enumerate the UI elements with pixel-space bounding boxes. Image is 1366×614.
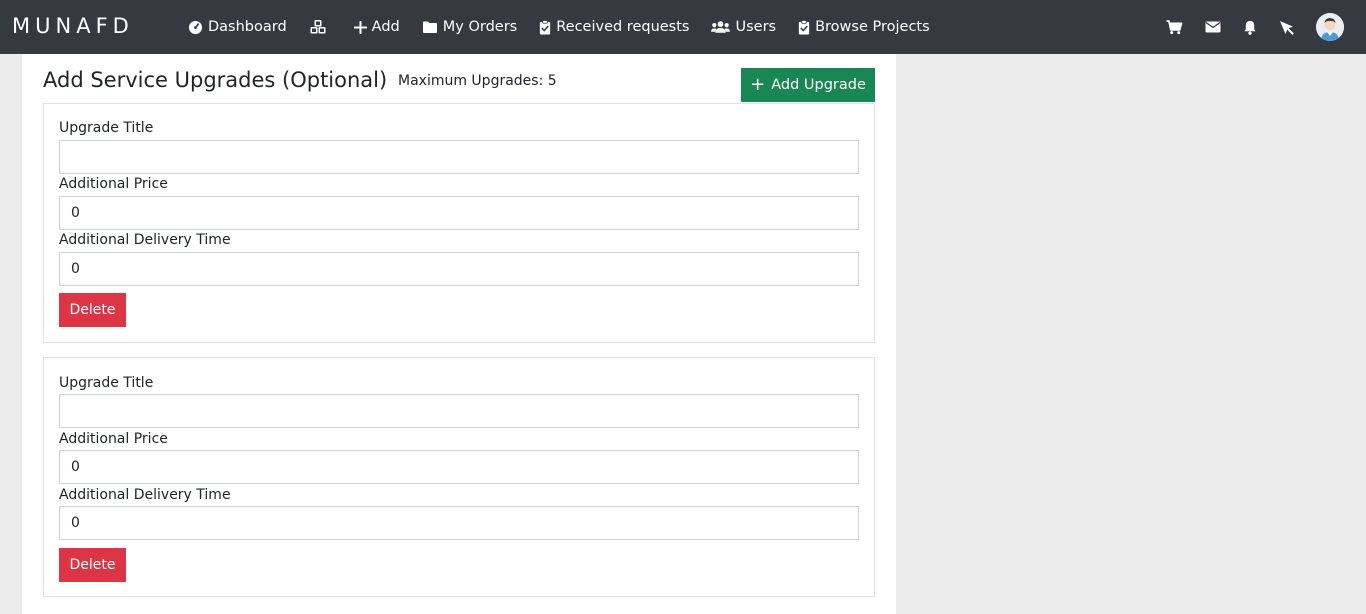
upgrade-title-input[interactable] <box>59 394 859 428</box>
nav-received-requests[interactable]: Received requests <box>539 19 689 35</box>
upgrade-title-label: Upgrade Title <box>59 375 154 391</box>
upgrade-item: Upgrade Title Additional Price Additiona… <box>43 357 875 597</box>
nav-right-icons <box>1144 0 1344 54</box>
nav-add-label: Add <box>371 19 400 35</box>
add-upgrade-button[interactable]: + Add Upgrade <box>741 68 875 102</box>
cart-button[interactable] <box>1166 19 1183 35</box>
nav-cubes[interactable] <box>309 19 332 35</box>
nav-add[interactable]: Add <box>353 19 400 35</box>
upgrade-item: Upgrade Title Additional Price Additiona… <box>43 103 875 343</box>
brand-logo[interactable]: MUNAFD <box>12 14 134 38</box>
additional-delivery-time-input[interactable] <box>59 252 859 286</box>
plus-icon: + <box>750 74 766 95</box>
delete-upgrade-button[interactable]: Delete <box>59 293 126 327</box>
clipboard-check-icon <box>798 19 810 35</box>
max-upgrades-text: Maximum Upgrades: 5 <box>398 73 557 89</box>
folder-icon <box>422 21 437 33</box>
messages-button[interactable] <box>1205 21 1221 33</box>
additional-delivery-time-input[interactable] <box>59 506 859 540</box>
upgrade-title-label: Upgrade Title <box>59 120 154 136</box>
nav-browse-projects-label: Browse Projects <box>815 19 930 35</box>
nav-browse-projects[interactable]: Browse Projects <box>798 19 930 35</box>
cubes-icon <box>310 20 326 34</box>
plus-icon <box>353 20 367 34</box>
add-upgrade-label: Add Upgrade <box>771 77 866 93</box>
additional-price-label: Additional Price <box>59 431 168 447</box>
nav-users[interactable]: Users <box>711 19 776 35</box>
top-navbar: MUNAFD Dashboard Add My Orders Received … <box>0 0 1366 54</box>
users-icon <box>711 21 731 33</box>
nav-dashboard-label: Dashboard <box>208 19 287 35</box>
additional-delivery-time-label: Additional Delivery Time <box>59 487 231 503</box>
clipboard-check-icon <box>540 19 551 35</box>
section-title: Add Service Upgrades (Optional) <box>43 68 388 92</box>
notifications-button[interactable] <box>1243 20 1257 35</box>
envelope-icon <box>1205 21 1221 33</box>
avatar[interactable] <box>1316 13 1344 41</box>
cursor-button[interactable] <box>1279 20 1294 35</box>
nav-dashboard[interactable]: Dashboard <box>188 19 287 35</box>
dashboard-gauge-icon <box>188 20 203 34</box>
upgrades-card: Add Service Upgrades (Optional) Maximum … <box>22 54 896 614</box>
upgrade-title-input[interactable] <box>59 140 859 174</box>
user-avatar-icon <box>1316 13 1344 41</box>
additional-price-label: Additional Price <box>59 176 168 192</box>
nav-links: Dashboard Add My Orders Received request… <box>188 0 952 54</box>
cart-icon <box>1166 19 1183 34</box>
nav-my-orders-label: My Orders <box>442 19 518 35</box>
additional-price-input[interactable] <box>59 450 859 484</box>
delete-upgrade-button[interactable]: Delete <box>59 548 126 582</box>
additional-delivery-time-label: Additional Delivery Time <box>59 232 231 248</box>
nav-my-orders[interactable]: My Orders <box>422 19 517 35</box>
cursor-icon <box>1279 20 1294 35</box>
additional-price-input[interactable] <box>59 196 859 230</box>
nav-users-label: Users <box>735 19 777 35</box>
nav-received-requests-label: Received requests <box>556 19 690 35</box>
bell-icon <box>1244 20 1256 35</box>
